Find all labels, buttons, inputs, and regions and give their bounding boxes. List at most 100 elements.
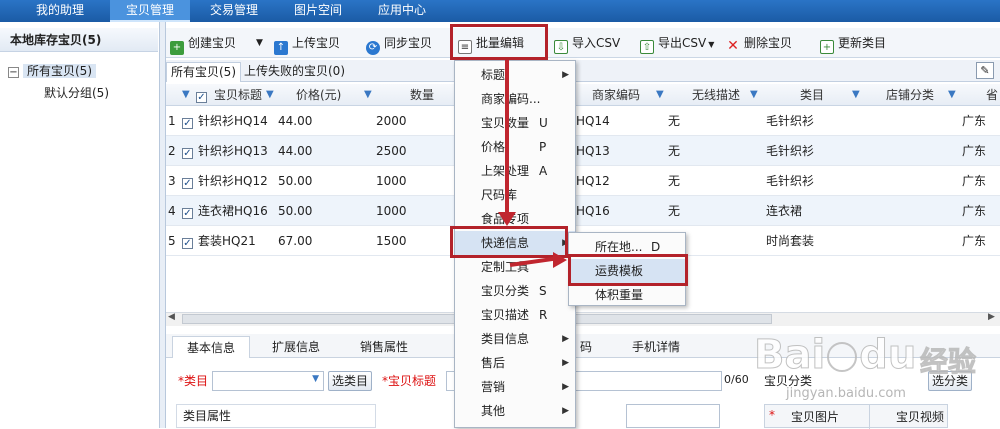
tab-mobile-detail[interactable]: 手机详情: [614, 336, 698, 358]
edit-columns-icon[interactable]: ✎: [976, 62, 994, 79]
nav-tab-assistant[interactable]: 我的助理: [28, 0, 92, 22]
tree-root[interactable]: − 所有宝贝(5): [8, 62, 158, 80]
chevron-right-icon: ▶: [562, 406, 569, 416]
menu-item-quantity[interactable]: 宝贝数量U: [455, 111, 575, 135]
left-panel: [0, 22, 160, 428]
col-header-price[interactable]: 价格(元): [296, 84, 341, 106]
row-index: 3: [168, 174, 176, 188]
tab-upload-failed[interactable]: 上传失败的宝贝(0): [240, 62, 349, 82]
filter-icon[interactable]: ▼: [182, 84, 190, 106]
nav-tab-items[interactable]: 宝贝管理: [110, 0, 190, 22]
export-csv-label: 导出CSV: [658, 36, 707, 50]
row-checkbox[interactable]: ✓: [182, 196, 193, 226]
sync-item-label: 同步宝贝: [384, 36, 433, 50]
menu-item-merchant-code[interactable]: 商家编码...: [455, 87, 575, 111]
menu-item-item-category[interactable]: 宝贝分类 S: [455, 279, 575, 303]
arrow-down-icon: [498, 212, 516, 226]
nav-tab-images[interactable]: 图片空间: [286, 0, 350, 22]
submenu-item-volume-weight[interactable]: 体积重量: [569, 283, 685, 307]
menu-item-price[interactable]: 价格 P: [455, 135, 575, 159]
tab-basic-info[interactable]: 基本信息: [172, 336, 250, 358]
update-category-button[interactable]: + 更新类目: [820, 32, 886, 54]
arrow-right-icon: [553, 252, 567, 268]
menu-item-other[interactable]: 其他 ▶: [455, 399, 575, 423]
watermark-cn: 经验: [919, 345, 977, 379]
category-select[interactable]: ▼: [212, 371, 324, 391]
col-header-category[interactable]: 类目: [800, 84, 824, 106]
row-province: 广东: [962, 114, 987, 128]
upload-item-label: 上传宝贝: [292, 36, 341, 50]
filter-icon[interactable]: ▼: [750, 84, 758, 106]
row-checkbox[interactable]: ✓: [182, 136, 193, 166]
table-row[interactable]: 4 ✓ 连衣裙HQ16 50.00 1000 HQ16 无 连衣裙 广东: [166, 196, 1000, 226]
table-row[interactable]: 2 ✓ 针织衫HQ13 44.00 2500 HQ13 无 毛针织衫 广东: [166, 136, 1000, 166]
tab-sales-attributes[interactable]: 销售属性: [342, 336, 426, 358]
header-select-all[interactable]: ✓: [196, 84, 207, 106]
row-mobile-desc: 无: [668, 144, 681, 158]
select-all-checkbox[interactable]: ✓: [196, 92, 207, 103]
nav-tab-trade[interactable]: 交易管理: [202, 0, 266, 22]
tab-all-items[interactable]: 所有宝贝(5): [166, 62, 241, 82]
tab-extended-info[interactable]: 扩展信息: [256, 336, 336, 358]
menu-item-marketing[interactable]: 营销 ▶: [455, 375, 575, 399]
create-dropdown-icon[interactable]: ▼: [256, 32, 263, 54]
shortcut-key: P: [539, 140, 547, 154]
filter-icon[interactable]: ▼: [948, 84, 956, 106]
filter-icon[interactable]: ▼: [266, 84, 274, 106]
export-csv-button[interactable]: ⇧ 导出CSV ▼: [640, 32, 714, 54]
row-index: 1: [168, 114, 176, 128]
detail-input[interactable]: [626, 404, 720, 428]
export-dropdown-icon[interactable]: ▼: [708, 40, 714, 49]
table-row[interactable]: 1 ✓ 针织衫HQ14 44.00 2000 HQ14 无 毛针织衫 广东: [166, 106, 1000, 136]
row-price: 44.00: [278, 144, 313, 158]
scroll-left-icon[interactable]: ◀: [168, 312, 175, 322]
highlight-shipping-info: [450, 226, 568, 258]
filter-icon[interactable]: ▼: [852, 84, 860, 106]
col-header-title[interactable]: 宝贝标题: [214, 84, 262, 106]
table-row[interactable]: 3 ✓ 针织衫HQ12 50.00 1000 HQ12 无 毛针织衫 广东: [166, 166, 1000, 196]
nav-tab-apps[interactable]: 应用中心: [370, 0, 434, 22]
row-province: 广东: [962, 204, 987, 218]
category-props-group: 类目属性: [176, 404, 376, 428]
shortcut-key: R: [539, 308, 548, 322]
highlight-batch-edit: [450, 24, 548, 60]
row-checkbox[interactable]: ✓: [182, 166, 193, 196]
menu-item-item-desc[interactable]: 宝贝描述 R: [455, 303, 575, 327]
export-icon: ⇧: [640, 40, 654, 54]
row-title: 针织衫HQ13: [198, 144, 268, 158]
left-panel-title: 本地库存宝贝(5): [0, 28, 158, 52]
col-header-mobile-desc[interactable]: 无线描述: [692, 84, 740, 106]
category-label: *类目: [178, 374, 209, 388]
col-header-qty[interactable]: 数量: [410, 84, 434, 106]
row-price: 44.00: [278, 114, 313, 128]
menu-item-category-info[interactable]: 类目信息 ▶: [455, 327, 575, 351]
col-header-province[interactable]: 省: [986, 84, 998, 106]
menu-item-listing[interactable]: 上架处理A: [455, 159, 575, 183]
delete-item-button[interactable]: ✕ 删除宝贝: [726, 32, 792, 54]
filter-icon[interactable]: ▼: [656, 84, 664, 106]
title-counter: 0/60: [724, 373, 749, 386]
row-title: 套装HQ21: [198, 234, 256, 248]
sync-item-button[interactable]: ⟳ 同步宝贝: [366, 32, 433, 55]
menu-item-title[interactable]: 标题 ▶: [455, 63, 575, 87]
row-checkbox[interactable]: ✓: [182, 106, 193, 136]
menu-item-size-library[interactable]: 尺码库: [455, 183, 575, 207]
item-title-label: *宝贝标题: [382, 374, 437, 388]
row-province: 广东: [962, 174, 987, 188]
col-header-shop-category[interactable]: 店铺分类: [886, 84, 934, 106]
row-code: HQ13: [576, 144, 610, 158]
create-item-button[interactable]: + 创建宝贝: [170, 32, 236, 55]
tree-root-label[interactable]: 所有宝贝(5): [23, 64, 96, 78]
filter-icon[interactable]: ▼: [364, 84, 372, 106]
col-header-code[interactable]: 商家编码: [592, 84, 640, 106]
row-title: 针织衫HQ14: [198, 114, 268, 128]
upload-item-button[interactable]: ↑ 上传宝贝: [274, 32, 341, 55]
menu-item-after-sales[interactable]: 售后 ▶: [455, 351, 575, 375]
select-category-button[interactable]: 选类目: [328, 371, 372, 391]
row-mobile-desc: 无: [668, 174, 681, 188]
import-csv-button[interactable]: ⇩ 导入CSV: [554, 32, 620, 54]
tree-item-default-group[interactable]: 默认分组(5): [44, 84, 109, 102]
sync-icon: ⟳: [366, 41, 380, 55]
row-checkbox[interactable]: ✓: [182, 226, 193, 256]
collapse-icon[interactable]: −: [8, 67, 19, 78]
